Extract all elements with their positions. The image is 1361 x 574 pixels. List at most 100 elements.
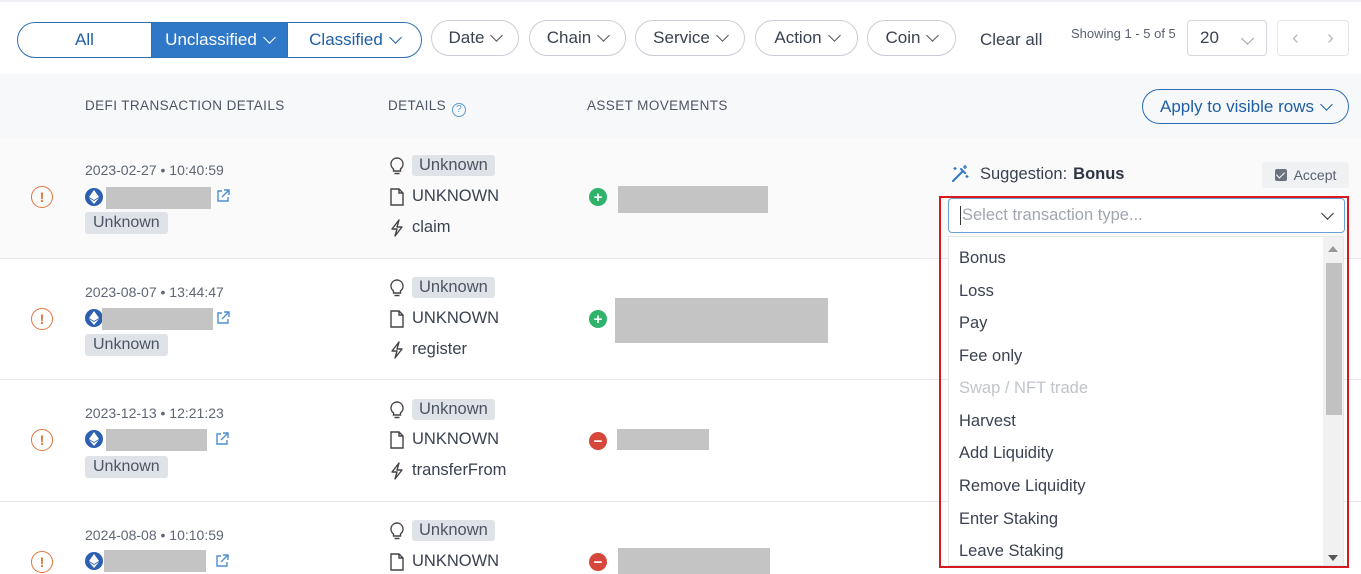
external-link-icon[interactable]: [216, 189, 230, 203]
suggestion: Suggestion: Bonus: [950, 164, 1125, 184]
outgoing-icon: −: [589, 553, 607, 571]
chevron-down-icon: [490, 29, 504, 42]
column-header-transaction-details: DEFI TRANSACTION DETAILS: [85, 98, 285, 113]
external-link-icon[interactable]: [215, 554, 229, 568]
lightbulb-icon: [388, 400, 406, 419]
filter-date[interactable]: Date: [431, 20, 519, 56]
chevron-down-icon: [926, 29, 940, 42]
pagination-controls: ‹ ›: [1277, 20, 1349, 56]
checkbox-icon: [1274, 169, 1287, 181]
filter-service[interactable]: Service: [635, 20, 745, 56]
chevron-down-icon: [715, 29, 729, 42]
highlight-box: [939, 196, 1349, 568]
chevron-down-icon: [1320, 97, 1333, 111]
chevron-down-icon: [388, 31, 402, 44]
detail-type-line: UNKNOWN: [388, 309, 499, 328]
transaction-date: 2023-12-13 • 12:21:23: [85, 405, 224, 421]
detail-type: UNKNOWN: [412, 552, 500, 570]
detail-tag-line: Unknown: [388, 277, 495, 298]
detail-method-line: claim: [388, 218, 451, 237]
segment-all-label: All: [75, 30, 94, 49]
filter-action[interactable]: Action: [755, 20, 858, 56]
redacted-address: [102, 308, 213, 330]
outgoing-icon: −: [589, 432, 607, 450]
document-icon: [388, 430, 406, 449]
accept-label: Accept: [1293, 167, 1337, 183]
chevron-down-icon: [262, 31, 276, 44]
help-icon[interactable]: ?: [452, 102, 467, 117]
protocol-badge: Unknown: [85, 334, 168, 356]
filter-date-label: Date: [448, 28, 485, 47]
segment-all[interactable]: All: [18, 23, 152, 57]
detail-type-line: UNKNOWN: [388, 552, 499, 571]
chevron-down-icon: [827, 29, 841, 42]
chevron-down-icon: [1241, 32, 1254, 45]
rows-per-page-select[interactable]: 20: [1187, 20, 1267, 56]
ethereum-icon: [85, 430, 103, 448]
redacted-asset: [618, 186, 768, 213]
apply-to-visible-rows-button[interactable]: Apply to visible rows: [1142, 89, 1349, 124]
incoming-icon: +: [589, 310, 607, 328]
document-icon: [388, 309, 406, 328]
detail-type: UNKNOWN: [412, 309, 500, 327]
lightbulb-icon: [388, 156, 406, 175]
detail-tag: Unknown: [412, 520, 495, 541]
detail-tag: Unknown: [412, 277, 495, 298]
detail-type-line: UNKNOWN: [388, 430, 499, 449]
apply-button-label: Apply to visible rows: [1159, 96, 1314, 116]
ethereum-icon: [85, 188, 103, 206]
detail-method: claim: [412, 218, 451, 236]
warning-icon: !: [31, 429, 53, 451]
segment-classified-label: Classified: [309, 30, 383, 49]
column-header-details-label: DETAILS: [388, 98, 447, 113]
suggestion-label: Suggestion:: [980, 164, 1068, 183]
accept-suggestion-button[interactable]: Accept: [1262, 162, 1349, 188]
redacted-address: [106, 429, 207, 451]
detail-method-line: register: [388, 340, 467, 359]
column-header-details: DETAILS?: [388, 98, 467, 117]
warning-icon: !: [31, 186, 53, 208]
detail-method-line: transferFrom: [388, 461, 506, 480]
detail-method: transferFrom: [412, 461, 507, 479]
lightbulb-icon: [388, 521, 406, 540]
filter-coin-label: Coin: [885, 28, 921, 47]
detail-tag-line: Unknown: [388, 399, 495, 420]
lightning-icon: [388, 340, 406, 359]
detail-tag: Unknown: [412, 399, 495, 420]
warning-icon: !: [31, 308, 53, 330]
prev-page-button[interactable]: ‹: [1278, 21, 1313, 55]
magic-wand-icon: [952, 165, 969, 182]
clear-all-button[interactable]: Clear all: [980, 30, 1042, 50]
ethereum-icon: [85, 552, 103, 570]
transaction-date: 2023-08-07 • 13:44:47: [85, 284, 224, 300]
lightning-icon: [388, 218, 406, 237]
external-link-icon[interactable]: [215, 432, 229, 446]
segment-unclassified[interactable]: Unclassified: [152, 23, 287, 57]
external-link-icon[interactable]: [216, 311, 230, 325]
redacted-address: [104, 550, 206, 572]
filter-bar: All Unclassified Classified Date Chain S…: [0, 0, 1361, 74]
redacted-asset: [615, 298, 828, 343]
filter-coin[interactable]: Coin: [867, 20, 956, 56]
protocol-badge: Unknown: [85, 212, 168, 234]
rows-per-page-value: 20: [1200, 28, 1219, 47]
filter-chain[interactable]: Chain: [529, 20, 626, 56]
suggestion-value: Bonus: [1073, 164, 1125, 183]
detail-type-line: UNKNOWN: [388, 187, 499, 206]
table-header: DEFI TRANSACTION DETAILS DETAILS? ASSET …: [0, 74, 1361, 138]
detail-tag-line: Unknown: [388, 155, 495, 176]
filter-action-label: Action: [774, 28, 822, 47]
segment-classified[interactable]: Classified: [287, 23, 421, 57]
ethereum-icon: [85, 309, 103, 327]
document-icon: [388, 187, 406, 206]
warning-icon: !: [31, 551, 53, 573]
classification-segmented-control: All Unclassified Classified: [17, 22, 422, 58]
chevron-left-icon: ‹: [1292, 26, 1299, 49]
pagination-summary: Showing 1 - 5 of 5: [1071, 26, 1176, 41]
protocol-badge: Unknown: [85, 456, 168, 478]
redacted-address: [106, 187, 211, 209]
next-page-button[interactable]: ›: [1313, 21, 1348, 55]
document-icon: [388, 552, 406, 571]
lightning-icon: [388, 461, 406, 480]
detail-tag-line: Unknown: [388, 520, 495, 541]
